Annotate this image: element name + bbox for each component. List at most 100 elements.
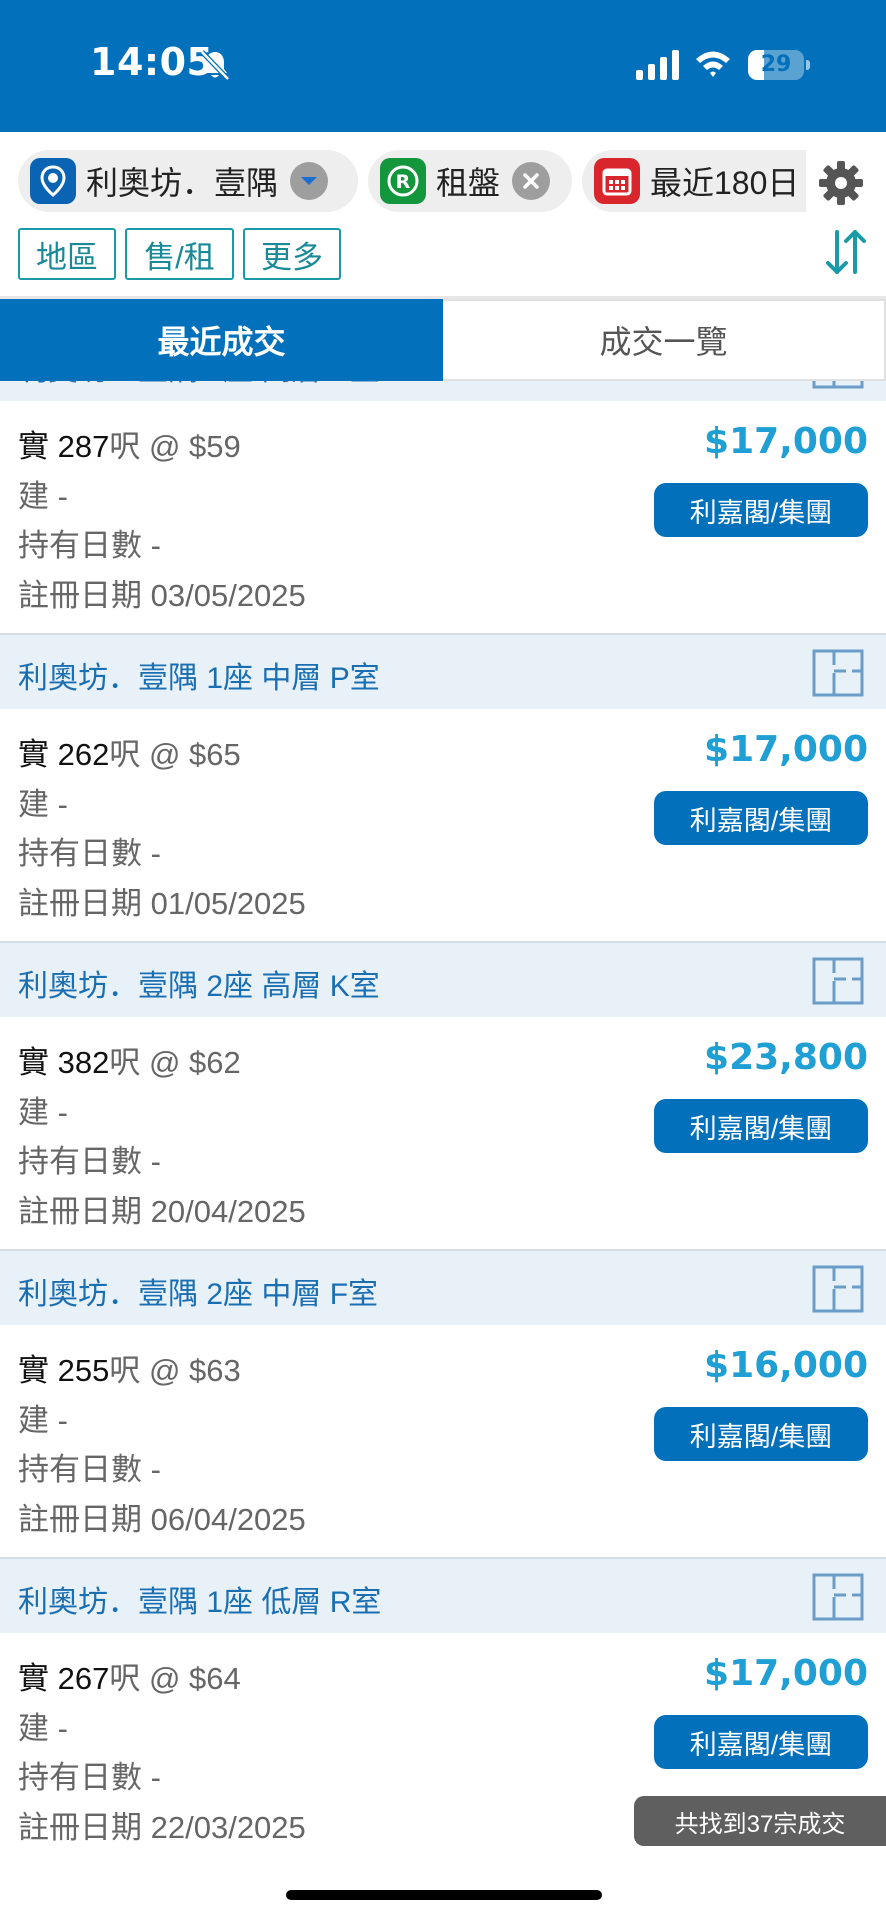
battery-body: 29 [748, 50, 804, 80]
rent-price: $17,000 [704, 1653, 868, 1694]
battery-indicator: 29 [748, 50, 810, 80]
registration-date: 22/03/2025 [150, 1810, 306, 1845]
transaction-list[interactable]: 利奧坊．壹隅 2座 高層 E室 實 287呎 @ $59 建 - 持有日數 - … [0, 381, 886, 1920]
transaction-record[interactable]: 利奧坊．壹隅 2座 中層 F室 實 255呎 @ $63 建 - 持有日數 - … [0, 1249, 886, 1557]
status-time: 14:05 [90, 40, 214, 84]
saleable-area-line: 實 287呎 @ $59 [18, 421, 241, 466]
record-body: 實 287呎 @ $59 建 - 持有日數 - 註冊日期 03/05/2025 … [0, 401, 886, 633]
registration-date: 06/04/2025 [150, 1502, 306, 1537]
svg-text:R: R [396, 171, 411, 193]
agency-button[interactable]: 利嘉閣/集團 [654, 1407, 868, 1461]
record-header: 利奧坊．壹隅 2座 高層 K室 [0, 941, 886, 1017]
holding-days-line: 持有日數 - [18, 528, 161, 563]
date-filter-label: 最近180日 [650, 165, 800, 201]
gross-area-line: 建 - [18, 1095, 68, 1130]
sort-arrows-icon[interactable] [824, 226, 868, 278]
date-filter-chip[interactable]: 最近180日 [582, 150, 806, 212]
floorplan-icon[interactable] [810, 1263, 866, 1315]
record-title[interactable]: 利奧坊．壹隅 2座 高層 E室 [18, 381, 380, 389]
unit-price: 呎 @ $64 [109, 1661, 241, 1696]
agency-button[interactable]: 利嘉閣/集團 [654, 1715, 868, 1769]
transaction-record[interactable]: 利奧坊．壹隅 2座 高層 E室 實 287呎 @ $59 建 - 持有日數 - … [0, 381, 886, 633]
saleable-area: 262 [57, 737, 110, 772]
agency-button[interactable]: 利嘉閣/集團 [654, 791, 868, 845]
saleable-area-line: 實 382呎 @ $62 [18, 1037, 241, 1082]
rent-price: $16,000 [704, 1345, 868, 1386]
wifi-icon [696, 51, 730, 77]
area-filter-button[interactable]: 地區 [18, 228, 116, 280]
rent-r-icon: R [380, 158, 426, 204]
holding-days-line: 持有日數 - [18, 836, 161, 871]
record-title[interactable]: 利奧坊．壹隅 1座 低層 R室 [18, 1577, 381, 1621]
registration-date: 20/04/2025 [150, 1194, 306, 1229]
saleable-prefix: 實 [18, 1353, 49, 1388]
transaction-record[interactable]: 利奧坊．壹隅 1座 中層 P室 實 262呎 @ $65 建 - 持有日數 - … [0, 633, 886, 941]
agency-button[interactable]: 利嘉閣/集團 [654, 483, 868, 537]
registration-date: 01/05/2025 [150, 886, 306, 921]
floorplan-icon[interactable] [810, 381, 866, 391]
gross-area-line: 建 - [18, 787, 68, 822]
status-bar: 14:05 29 [0, 0, 886, 132]
registration-date-line: 註冊日期 01/05/2025 [18, 878, 306, 923]
registration-date-line: 註冊日期 06/04/2025 [18, 1494, 306, 1539]
bell-muted-icon [200, 50, 230, 81]
battery-level: 29 [760, 52, 792, 77]
gear-icon[interactable] [818, 160, 864, 206]
transaction-list-content: 利奧坊．壹隅 2座 高層 E室 實 287呎 @ $59 建 - 持有日數 - … [0, 381, 886, 1865]
holding-days-line: 持有日數 - [18, 1760, 161, 1795]
registration-prefix: 註冊日期 [18, 886, 142, 921]
saleable-prefix: 實 [18, 429, 49, 464]
rent-price: $23,800 [704, 1037, 868, 1078]
record-body: 實 262呎 @ $65 建 - 持有日數 - 註冊日期 01/05/2025 … [0, 709, 886, 941]
registration-date-line: 註冊日期 20/04/2025 [18, 1186, 306, 1231]
unit-price: 呎 @ $63 [109, 1353, 241, 1388]
record-title[interactable]: 利奧坊．壹隅 2座 中層 F室 [18, 1269, 378, 1313]
location-filter-label: 利奧坊．壹隅 [86, 165, 279, 201]
tab-recent-transactions[interactable]: 最近成交 [0, 299, 443, 381]
unit-price: 呎 @ $59 [109, 429, 241, 464]
tab-transaction-list[interactable]: 成交一覽 [443, 299, 886, 381]
home-indicator[interactable] [286, 1890, 602, 1900]
record-title[interactable]: 利奧坊．壹隅 1座 中層 P室 [18, 653, 380, 697]
record-header: 利奧坊．壹隅 1座 低層 R室 [0, 1557, 886, 1633]
saleable-area: 287 [57, 429, 110, 464]
floorplan-icon[interactable] [810, 1571, 866, 1623]
unit-price: 呎 @ $65 [109, 737, 241, 772]
location-filter-chip[interactable]: 利奧坊．壹隅 [18, 150, 358, 212]
saleable-area: 255 [57, 1353, 110, 1388]
record-body: 實 255呎 @ $63 建 - 持有日數 - 註冊日期 06/04/2025 … [0, 1325, 886, 1557]
registration-prefix: 註冊日期 [18, 578, 142, 613]
battery-tip [806, 60, 810, 70]
transaction-record[interactable]: 利奧坊．壹隅 2座 高層 K室 實 382呎 @ $62 建 - 持有日數 - … [0, 941, 886, 1249]
rent-filter-chip[interactable]: R 租盤 [368, 150, 572, 212]
tab-bar: 最近成交 成交一覽 [0, 299, 886, 381]
saleable-prefix: 實 [18, 1661, 49, 1696]
sale-type-filter-button[interactable]: 售/租 [125, 228, 234, 280]
saleable-area: 267 [57, 1661, 110, 1696]
registration-date: 03/05/2025 [150, 578, 306, 613]
gross-area-line: 建 - [18, 479, 68, 514]
record-title[interactable]: 利奧坊．壹隅 2座 高層 K室 [18, 961, 380, 1005]
map-pin-icon [30, 158, 76, 204]
remove-rent-filter-button[interactable] [512, 162, 551, 200]
floorplan-icon[interactable] [810, 955, 866, 1007]
registration-prefix: 註冊日期 [18, 1810, 142, 1845]
registration-prefix: 註冊日期 [18, 1194, 142, 1229]
signal-icon [636, 50, 679, 80]
registration-date-line: 註冊日期 22/03/2025 [18, 1802, 306, 1847]
close-icon [523, 173, 539, 189]
rent-filter-label: 租盤 [436, 165, 501, 201]
location-dropdown-button[interactable] [290, 162, 329, 200]
holding-days-line: 持有日數 - [18, 1144, 161, 1179]
unit-price: 呎 @ $62 [109, 1045, 241, 1080]
saleable-area-line: 實 262呎 @ $65 [18, 729, 241, 774]
more-filter-button[interactable]: 更多 [243, 228, 341, 280]
record-body: 實 382呎 @ $62 建 - 持有日數 - 註冊日期 20/04/2025 … [0, 1017, 886, 1249]
saleable-area-line: 實 255呎 @ $63 [18, 1345, 241, 1390]
agency-button[interactable]: 利嘉閣/集團 [654, 1099, 868, 1153]
floorplan-icon[interactable] [810, 647, 866, 699]
gross-area-line: 建 - [18, 1403, 68, 1438]
record-header: 利奧坊．壹隅 2座 中層 F室 [0, 1249, 886, 1325]
saleable-area: 382 [57, 1045, 110, 1080]
rent-price: $17,000 [704, 421, 868, 462]
